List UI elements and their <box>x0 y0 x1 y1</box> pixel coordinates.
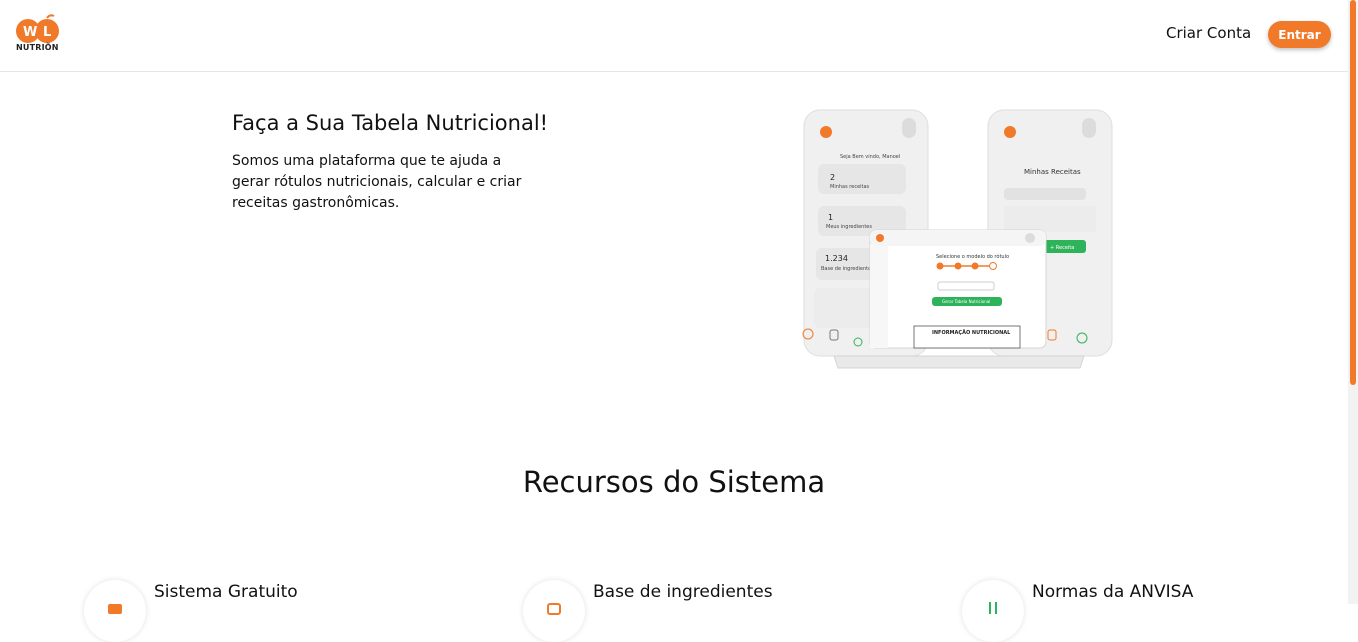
entrar-button[interactable]: Entrar <box>1268 21 1331 48</box>
mockup-card3-label: Base de ingredientes <box>821 266 874 272</box>
features-section-title: Recursos do Sistema <box>522 465 826 499</box>
svg-text:L: L <box>43 25 51 40</box>
hero-title: Faça a Sua Tabela Nutricional! <box>232 111 549 135</box>
mockup-card3-value: 1.234 <box>825 254 848 263</box>
feature-icon-circle <box>523 580 585 642</box>
logo-wordmark: NUTRIÕN <box>16 43 59 52</box>
rules-icon <box>989 602 997 614</box>
mockup-phone2-title: Minhas Receitas <box>1024 168 1081 176</box>
mockup-card2-label: Meus ingredientes <box>826 224 872 230</box>
feature-title: Sistema Gratuito <box>154 582 298 602</box>
top-navbar: W L NUTRIÕN Criar Conta Entrar <box>0 0 1348 72</box>
svg-text:W: W <box>23 25 37 40</box>
feature-icon-circle <box>962 580 1024 642</box>
mockup-laptop-button: Gerar Tabela Nutricional <box>942 299 990 304</box>
feature-title: Base de ingredientes <box>593 582 773 602</box>
mockup-card2-value: 1 <box>828 213 833 222</box>
mockup-laptop-heading: Selecione o modelo do rótulo <box>936 253 1009 260</box>
gift-icon <box>108 604 122 614</box>
mockup-card1-label: Minhas receitas <box>830 184 870 190</box>
mockup-card1-value: 2 <box>830 173 835 182</box>
feature-icon-circle <box>84 580 146 642</box>
mockup-phone2-button: + Receita <box>1050 245 1074 251</box>
page-scrollbar-thumb[interactable] <box>1350 0 1356 385</box>
app-devices-mockup: Seja Bem vindo, Manoel 2 Minhas receitas… <box>802 109 1113 369</box>
feature-title: Normas da ANVISA <box>1032 582 1194 602</box>
mockup-laptop-table: INFORMAÇÃO NUTRICIONAL <box>932 329 1011 336</box>
hero-description: Somos uma plataforma que te ajuda a gera… <box>232 153 522 211</box>
ingredients-icon <box>547 603 561 615</box>
mockup-greeting: Seja Bem vindo, Manoel <box>840 154 900 160</box>
criar-conta-link[interactable]: Criar Conta <box>1166 24 1251 42</box>
